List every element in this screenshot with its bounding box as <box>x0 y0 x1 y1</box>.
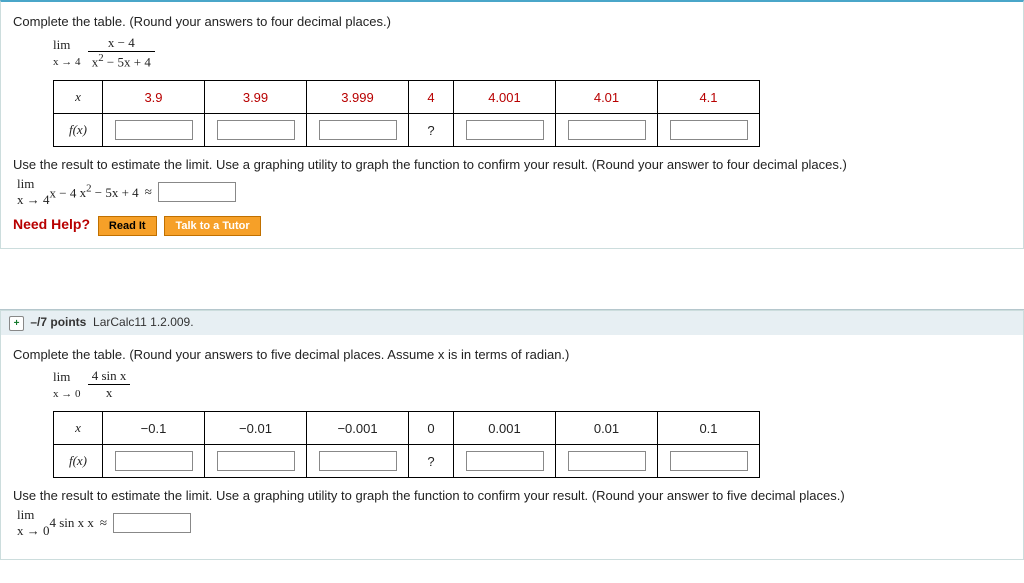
x-value: 3.999 <box>307 81 409 114</box>
x-value: 0.001 <box>454 412 556 445</box>
fx-input[interactable] <box>466 120 544 140</box>
x-value: −0.01 <box>205 412 307 445</box>
x-value: 0 <box>409 412 454 445</box>
formula-numerator: x − 4 <box>50 185 77 200</box>
data-table: x −0.1 −0.01 −0.001 0 0.001 0.01 0.1 f(x… <box>53 411 760 478</box>
lim-text: lim <box>53 37 70 52</box>
limit-approx-row: lim x → 0 4 sin x x ≈ <box>17 507 1011 539</box>
x-value: −0.1 <box>103 412 205 445</box>
fx-input[interactable] <box>670 120 748 140</box>
points-text: –/7 points <box>30 315 86 329</box>
x-label: x <box>54 412 103 445</box>
question-1: Complete the table. (Round your answers … <box>0 0 1024 249</box>
fx-input[interactable] <box>670 451 748 471</box>
x-value: 4.1 <box>658 81 760 114</box>
estimate-text: Use the result to estimate the limit. Us… <box>13 488 1011 503</box>
formula-denominator: x <box>88 385 131 401</box>
instruction-text: Complete the table. (Round your answers … <box>13 14 1011 29</box>
x-value: 4.01 <box>556 81 658 114</box>
x-value: 4.001 <box>454 81 556 114</box>
x-value: 3.9 <box>103 81 205 114</box>
fx-input[interactable] <box>115 120 193 140</box>
lim-sub: x → 0 <box>17 523 50 538</box>
formula-numerator: 4 sin x <box>88 368 131 385</box>
lim-sub: x → 4 <box>53 56 81 68</box>
fx-input[interactable] <box>568 120 646 140</box>
fx-input[interactable] <box>115 451 193 471</box>
fx-label: f(x) <box>54 445 103 478</box>
lim-sub: x → 0 <box>53 388 81 400</box>
approx-symbol: ≈ <box>100 515 107 531</box>
x-value: 0.1 <box>658 412 760 445</box>
expand-icon[interactable]: + <box>9 316 24 331</box>
question-2: Complete the table. (Round your answers … <box>0 335 1024 560</box>
approx-symbol: ≈ <box>145 184 152 200</box>
x-value: 0.01 <box>556 412 658 445</box>
fx-label: f(x) <box>54 114 103 147</box>
fx-input[interactable] <box>466 451 544 471</box>
estimate-text: Use the result to estimate the limit. Us… <box>13 157 1011 172</box>
limit-formula: lim x → 0 4 sin x x <box>53 368 1011 401</box>
x-value: 4 <box>409 81 454 114</box>
spacer <box>0 249 1024 309</box>
x-value: −0.001 <box>307 412 409 445</box>
fx-input[interactable] <box>217 451 295 471</box>
fx-input[interactable] <box>319 120 397 140</box>
formula-denominator: x2 − 5x + 4 <box>80 185 139 200</box>
reference-text: LarCalc11 1.2.009. <box>93 315 194 329</box>
limit-answer-input[interactable] <box>158 182 236 202</box>
formula-denominator: x2 − 5x + 4 <box>88 52 155 70</box>
fx-input[interactable] <box>319 451 397 471</box>
x-label: x <box>54 81 103 114</box>
limit-approx-row: lim x → 4 x − 4 x2 − 5x + 4 ≈ <box>17 176 1011 208</box>
fx-center: ? <box>409 445 454 478</box>
need-help-row: Need Help? Read It Talk to a Tutor <box>13 216 1011 236</box>
lim-text: lim <box>53 369 70 384</box>
limit-answer-input[interactable] <box>113 513 191 533</box>
need-help-label: Need Help? <box>13 216 90 232</box>
lim-text: lim <box>17 176 34 191</box>
formula-denominator: x <box>87 515 94 530</box>
formula-numerator: x − 4 <box>88 35 155 52</box>
table-row-x: x −0.1 −0.01 −0.001 0 0.001 0.01 0.1 <box>54 412 760 445</box>
formula-numerator: 4 sin x <box>50 515 85 530</box>
table-row-fx: f(x) ? <box>54 114 760 147</box>
question-header: + –/7 points LarCalc11 1.2.009. <box>0 310 1024 335</box>
talk-tutor-button[interactable]: Talk to a Tutor <box>164 216 260 236</box>
table-row-fx: f(x) ? <box>54 445 760 478</box>
x-value: 3.99 <box>205 81 307 114</box>
lim-sub: x → 4 <box>17 192 50 207</box>
instruction-text: Complete the table. (Round your answers … <box>13 347 1011 362</box>
data-table: x 3.9 3.99 3.999 4 4.001 4.01 4.1 f(x) ? <box>53 80 760 147</box>
fx-input[interactable] <box>568 451 646 471</box>
table-row-x: x 3.9 3.99 3.999 4 4.001 4.01 4.1 <box>54 81 760 114</box>
read-it-button[interactable]: Read It <box>98 216 157 236</box>
fx-input[interactable] <box>217 120 295 140</box>
limit-formula: lim x → 4 x − 4 x2 − 5x + 4 <box>53 35 1011 70</box>
lim-text: lim <box>17 507 34 522</box>
fx-center: ? <box>409 114 454 147</box>
